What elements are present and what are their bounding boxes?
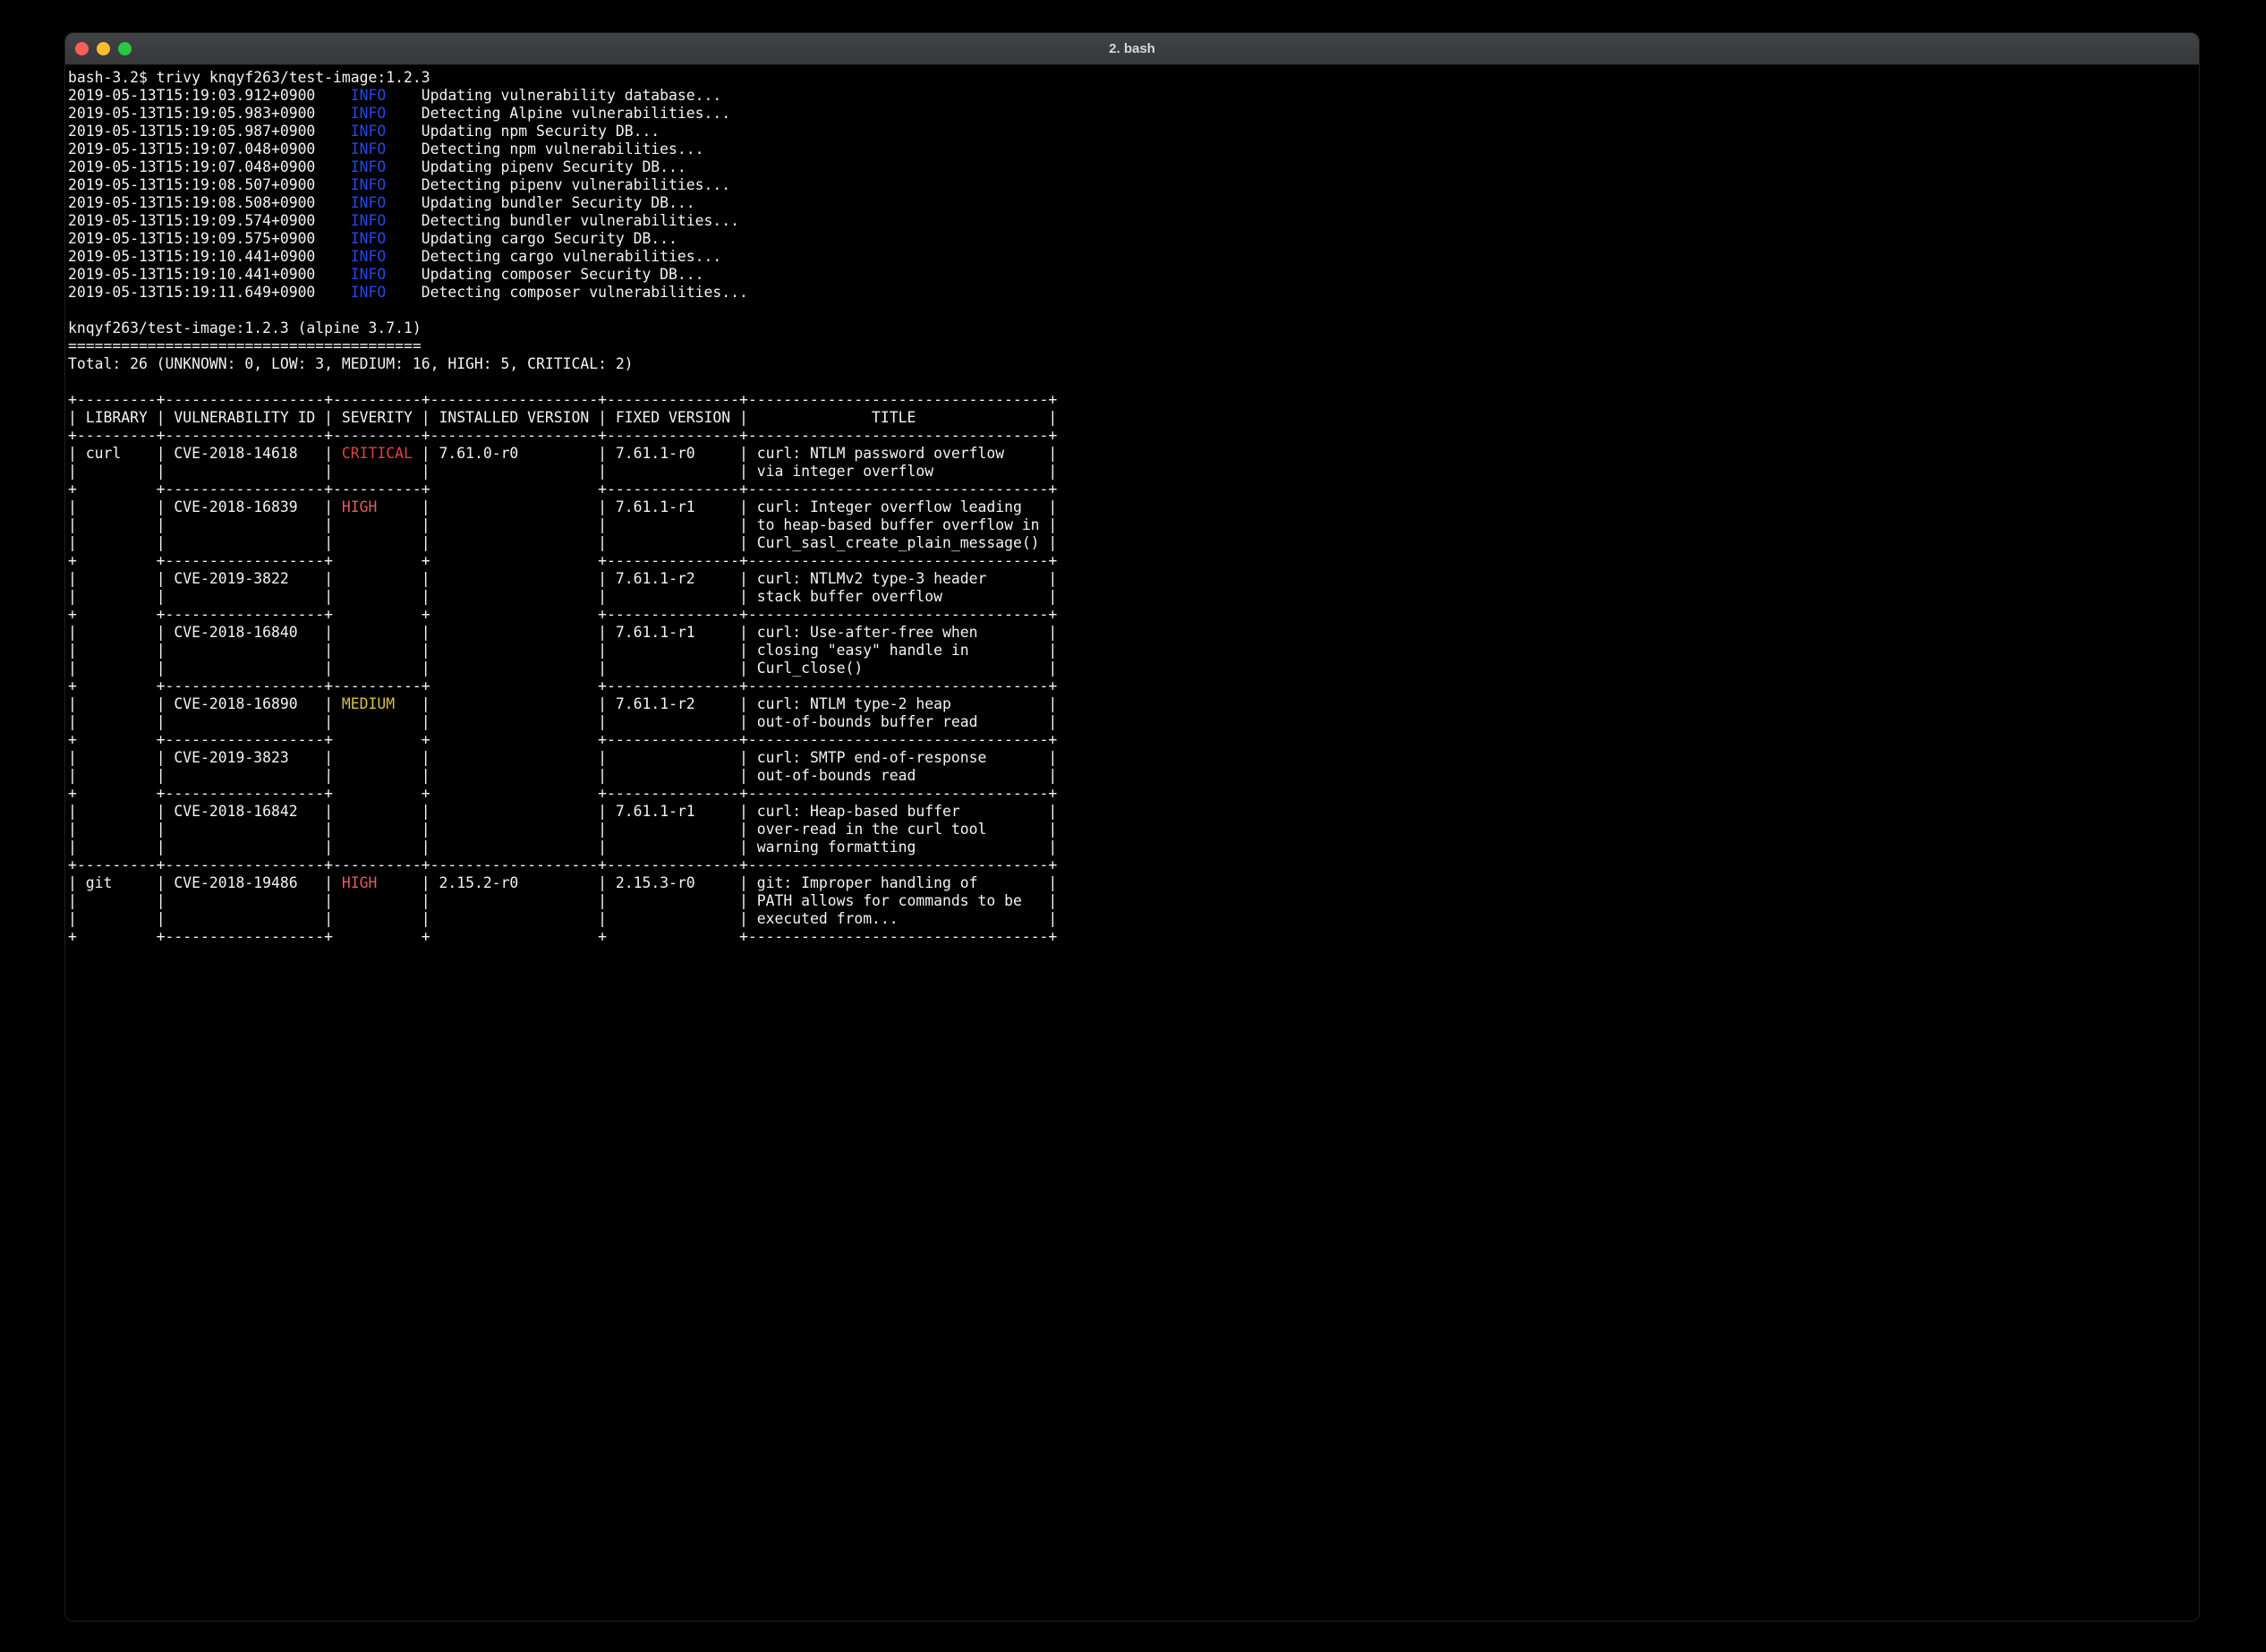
table-row-line: | | | | | | via integer overflow | [68, 463, 2199, 481]
table-row-line: | | CVE-2018-16839 | HIGH | | 7.61.1-r1 … [68, 498, 2199, 516]
table-row-line: | | | | | | Curl_close() | [68, 660, 2199, 677]
table-separator: + +------------------+ + +--------------… [68, 785, 2199, 803]
table-separator: + +------------------+----------+ +-----… [68, 677, 2199, 695]
table-separator: +---------+------------------+----------… [68, 856, 2199, 874]
log-line: 2019-05-13T15:19:10.441+0900 INFO Detect… [68, 248, 2199, 266]
vulnerability-table: +---------+------------------+----------… [68, 391, 2199, 946]
table-row-line: | | | | | | out-of-bounds read | [68, 767, 2199, 785]
table-row-line: | | CVE-2018-16840 | | | 7.61.1-r1 | cur… [68, 624, 2199, 642]
table-separator: +---------+------------------+----------… [68, 427, 2199, 445]
log-line: 2019-05-13T15:19:07.048+0900 INFO Updati… [68, 158, 2199, 176]
table-row-line: | | CVE-2019-3822 | | | 7.61.1-r2 | curl… [68, 570, 2199, 588]
table-row-line: | | | | | | to heap-based buffer overflo… [68, 516, 2199, 534]
table-row-line: | | CVE-2018-16890 | MEDIUM | | 7.61.1-r… [68, 695, 2199, 713]
window-titlebar[interactable]: 2. bash [65, 33, 2199, 65]
table-row-line: | | | | | | Curl_sasl_create_plain_messa… [68, 534, 2199, 552]
table-row-line: | git | CVE-2018-19486 | HIGH | 2.15.2-r… [68, 874, 2199, 892]
table-row-line: | | | | | | executed from... | [68, 910, 2199, 928]
log-line: 2019-05-13T15:19:09.575+0900 INFO Updati… [68, 230, 2199, 248]
table-row-line: | | CVE-2019-3823 | | | | curl: SMTP end… [68, 749, 2199, 767]
terminal-screen[interactable]: bash-3.2$ trivy knqyf263/test-image:1.2.… [65, 66, 2199, 1621]
log-line: 2019-05-13T15:19:11.649+0900 INFO Detect… [68, 284, 2199, 302]
table-row-line: | | | | | | closing "easy" handle in | [68, 642, 2199, 660]
log-line: 2019-05-13T15:19:08.508+0900 INFO Updati… [68, 194, 2199, 212]
terminal-window: 2. bash bash-3.2$ trivy knqyf263/test-im… [64, 32, 2200, 1622]
log-line: 2019-05-13T15:19:09.574+0900 INFO Detect… [68, 212, 2199, 230]
log-line: 2019-05-13T15:19:10.441+0900 INFO Updati… [68, 266, 2199, 284]
minimize-button[interactable] [97, 42, 110, 55]
log-line: 2019-05-13T15:19:03.912+0900 INFO Updati… [68, 87, 2199, 105]
table-row-line: | | | | | | out-of-bounds buffer read | [68, 713, 2199, 731]
terminal-output: bash-3.2$ trivy knqyf263/test-image:1.2.… [68, 69, 2199, 946]
table-row-line: | | | | | | stack buffer overflow | [68, 588, 2199, 606]
prompt-line: bash-3.2$ trivy knqyf263/test-image:1.2.… [68, 69, 2199, 87]
table-separator: + +------------------+ + +--------------… [68, 731, 2199, 749]
summary-line: Total: 26 (UNKNOWN: 0, LOW: 3, MEDIUM: 1… [68, 355, 2199, 373]
table-separator: + +------------------+ + +--------------… [68, 552, 2199, 570]
close-button[interactable] [75, 42, 89, 55]
table-separator: + +------------------+----------+ +-----… [68, 481, 2199, 498]
target-separator: ======================================== [68, 337, 2199, 355]
log-line: 2019-05-13T15:19:05.987+0900 INFO Updati… [68, 123, 2199, 141]
window-title: 2. bash [65, 41, 2199, 56]
table-header-row: | LIBRARY | VULNERABILITY ID | SEVERITY … [68, 409, 2199, 427]
table-row-line: | curl | CVE-2018-14618 | CRITICAL | 7.6… [68, 445, 2199, 463]
blank-line [68, 302, 2199, 319]
log-line: 2019-05-13T15:19:05.983+0900 INFO Detect… [68, 105, 2199, 123]
table-separator: + +------------------+ + + +------------… [68, 928, 2199, 946]
zoom-button[interactable] [118, 42, 132, 55]
table-row-line: | | CVE-2018-16842 | | | 7.61.1-r1 | cur… [68, 803, 2199, 821]
traffic-lights [65, 42, 132, 55]
table-row-line: | | | | | | warning formatting | [68, 839, 2199, 856]
table-separator: + +------------------+ + +--------------… [68, 606, 2199, 624]
table-separator: +---------+------------------+----------… [68, 391, 2199, 409]
log-line: 2019-05-13T15:19:07.048+0900 INFO Detect… [68, 141, 2199, 158]
target-line: knqyf263/test-image:1.2.3 (alpine 3.7.1) [68, 319, 2199, 337]
blank-line [68, 373, 2199, 391]
table-row-line: | | | | | | over-read in the curl tool | [68, 821, 2199, 839]
log-lines: 2019-05-13T15:19:03.912+0900 INFO Updati… [68, 87, 2199, 302]
table-row-line: | | | | | | PATH allows for commands to … [68, 892, 2199, 910]
log-line: 2019-05-13T15:19:08.507+0900 INFO Detect… [68, 176, 2199, 194]
